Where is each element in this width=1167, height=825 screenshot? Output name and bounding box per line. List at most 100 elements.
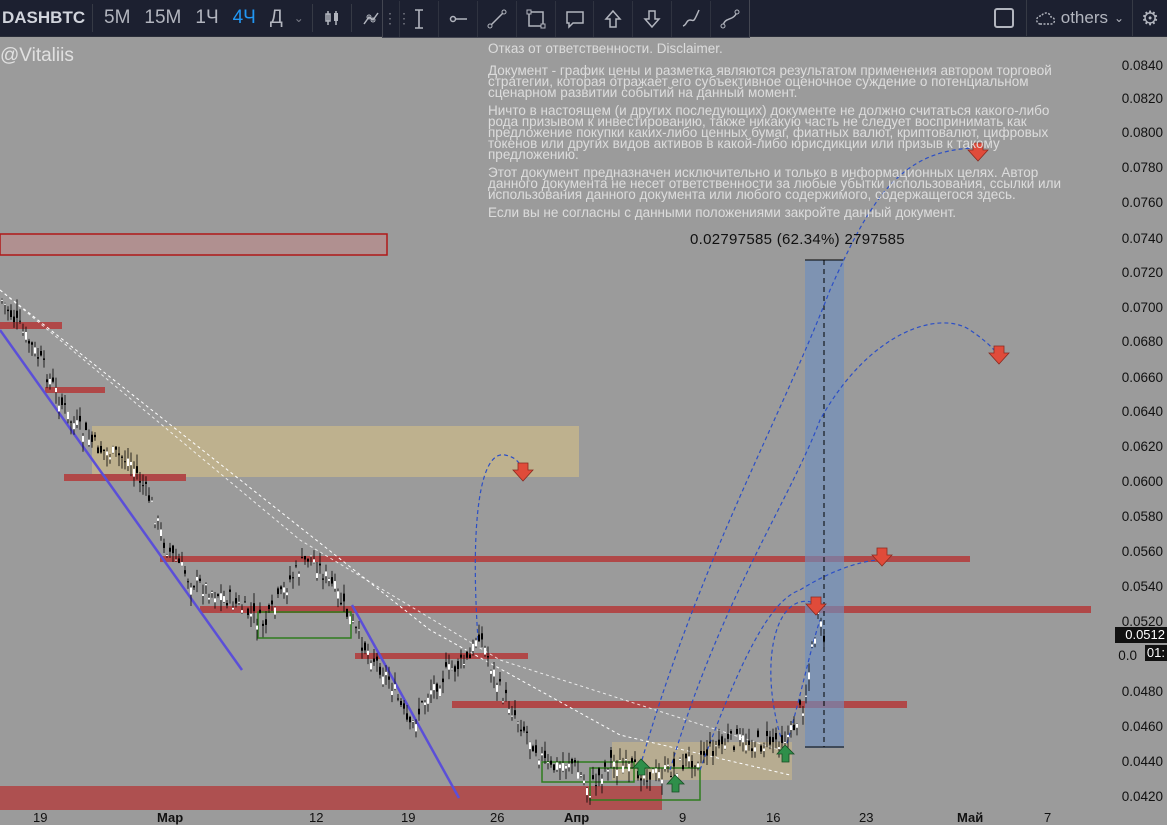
candle-body — [523, 726, 525, 731]
candle-body — [1, 299, 3, 301]
candle-body — [283, 587, 285, 593]
candle-body — [394, 684, 396, 689]
candle-body — [16, 310, 18, 318]
candle-body — [727, 733, 729, 739]
supply-zone-mid[interactable] — [92, 426, 579, 477]
candle-body — [55, 387, 57, 393]
candle-body — [472, 643, 474, 651]
resistance-line-3[interactable] — [64, 474, 186, 481]
candle-body — [493, 669, 495, 677]
candle-body — [220, 593, 222, 601]
support-box-1[interactable] — [257, 611, 352, 639]
price-tick: 0.0780 — [1121, 160, 1163, 175]
candle-body — [163, 542, 165, 548]
trendline-steep[interactable] — [0, 329, 244, 671]
candle-body — [151, 500, 153, 502]
candle-body — [232, 607, 234, 610]
candle-body — [364, 642, 366, 651]
candle-body — [13, 316, 15, 323]
candle-body — [820, 621, 822, 627]
supply-zone-upper[interactable] — [0, 233, 388, 256]
candle-body — [100, 445, 102, 453]
candle-body — [520, 729, 522, 732]
candle-body — [370, 663, 372, 670]
candle-body — [484, 647, 486, 655]
candle-body — [367, 650, 369, 655]
candle-body — [76, 420, 78, 425]
candle-body — [535, 745, 537, 753]
candle-body — [598, 768, 600, 776]
candle-body — [43, 358, 45, 360]
disclaimer-paragraph: Этот документ предназначен исключительно… — [488, 165, 1062, 202]
candle-body — [358, 629, 360, 631]
candle-body — [565, 765, 567, 769]
candle-body — [196, 576, 198, 581]
candle-body — [799, 700, 801, 705]
candle-body — [166, 554, 168, 556]
candle-body — [544, 750, 546, 759]
candle-body — [331, 577, 333, 584]
candle-body — [247, 608, 249, 616]
candle-body — [619, 760, 621, 762]
current-price-label: 0.0512 — [1115, 627, 1167, 643]
candle-body — [739, 734, 741, 741]
candle-body — [553, 764, 555, 771]
candle-body — [28, 340, 30, 344]
demand-zone-bottom[interactable] — [0, 786, 662, 810]
candle-body — [199, 578, 201, 581]
price-tick: 0.0480 — [1121, 684, 1163, 699]
candle-body — [67, 411, 69, 420]
candle-body — [271, 600, 273, 605]
candle-body — [772, 737, 774, 743]
candle-body — [52, 377, 54, 382]
candle-body — [640, 778, 642, 781]
time-tick: 19 — [401, 810, 416, 825]
candle-body — [73, 423, 75, 430]
candle-body — [814, 638, 816, 644]
candle-body — [82, 435, 84, 442]
candle-body — [805, 695, 807, 697]
candle-body — [274, 607, 276, 615]
candle-body — [142, 485, 144, 487]
price-tick: 0.0680 — [1121, 334, 1163, 349]
candle-body — [79, 415, 81, 422]
candle-body — [511, 715, 513, 717]
time-tick: 23 — [859, 810, 874, 825]
candle-body — [823, 635, 825, 642]
candle-body — [568, 763, 570, 768]
candle-body — [307, 558, 309, 562]
candle-body — [388, 676, 390, 680]
candle-body — [688, 756, 690, 762]
candle-body — [574, 760, 576, 763]
candle-body — [319, 563, 321, 566]
candle-body — [139, 481, 141, 483]
candle-body — [172, 545, 174, 554]
candle-body — [415, 724, 417, 732]
candle-body — [181, 562, 183, 566]
candle-body — [769, 736, 771, 745]
dashed-resistance-trend-2[interactable] — [0, 289, 781, 751]
candle-body — [352, 621, 354, 623]
candle-body — [514, 710, 516, 716]
resistance-line-4[interactable] — [160, 556, 970, 562]
resistance-line-2[interactable] — [45, 387, 105, 393]
candle-body — [97, 447, 99, 454]
candle-body — [442, 678, 444, 683]
trendline-steep-2[interactable] — [350, 604, 461, 799]
candle-body — [244, 601, 246, 603]
candle-body — [577, 772, 579, 779]
candle-body — [340, 602, 342, 605]
candle-body — [145, 481, 147, 484]
candle-body — [802, 713, 804, 716]
resistance-line-1[interactable] — [0, 322, 62, 329]
candle-body — [601, 778, 603, 784]
price-axis[interactable]: 0.0840 0.0820 0.0800 0.0780 0.0760 0.074… — [1107, 36, 1167, 821]
candle-body — [715, 745, 717, 747]
measure-label: 0.02797585 (62.34%) 2797585 — [690, 231, 905, 248]
sell-arrow-icon[interactable] — [988, 345, 1010, 365]
sell-arrow-icon[interactable] — [871, 547, 893, 567]
candle-body — [124, 461, 126, 463]
candle-body — [592, 775, 594, 779]
candle-body — [589, 795, 591, 798]
candle-body — [733, 746, 735, 751]
